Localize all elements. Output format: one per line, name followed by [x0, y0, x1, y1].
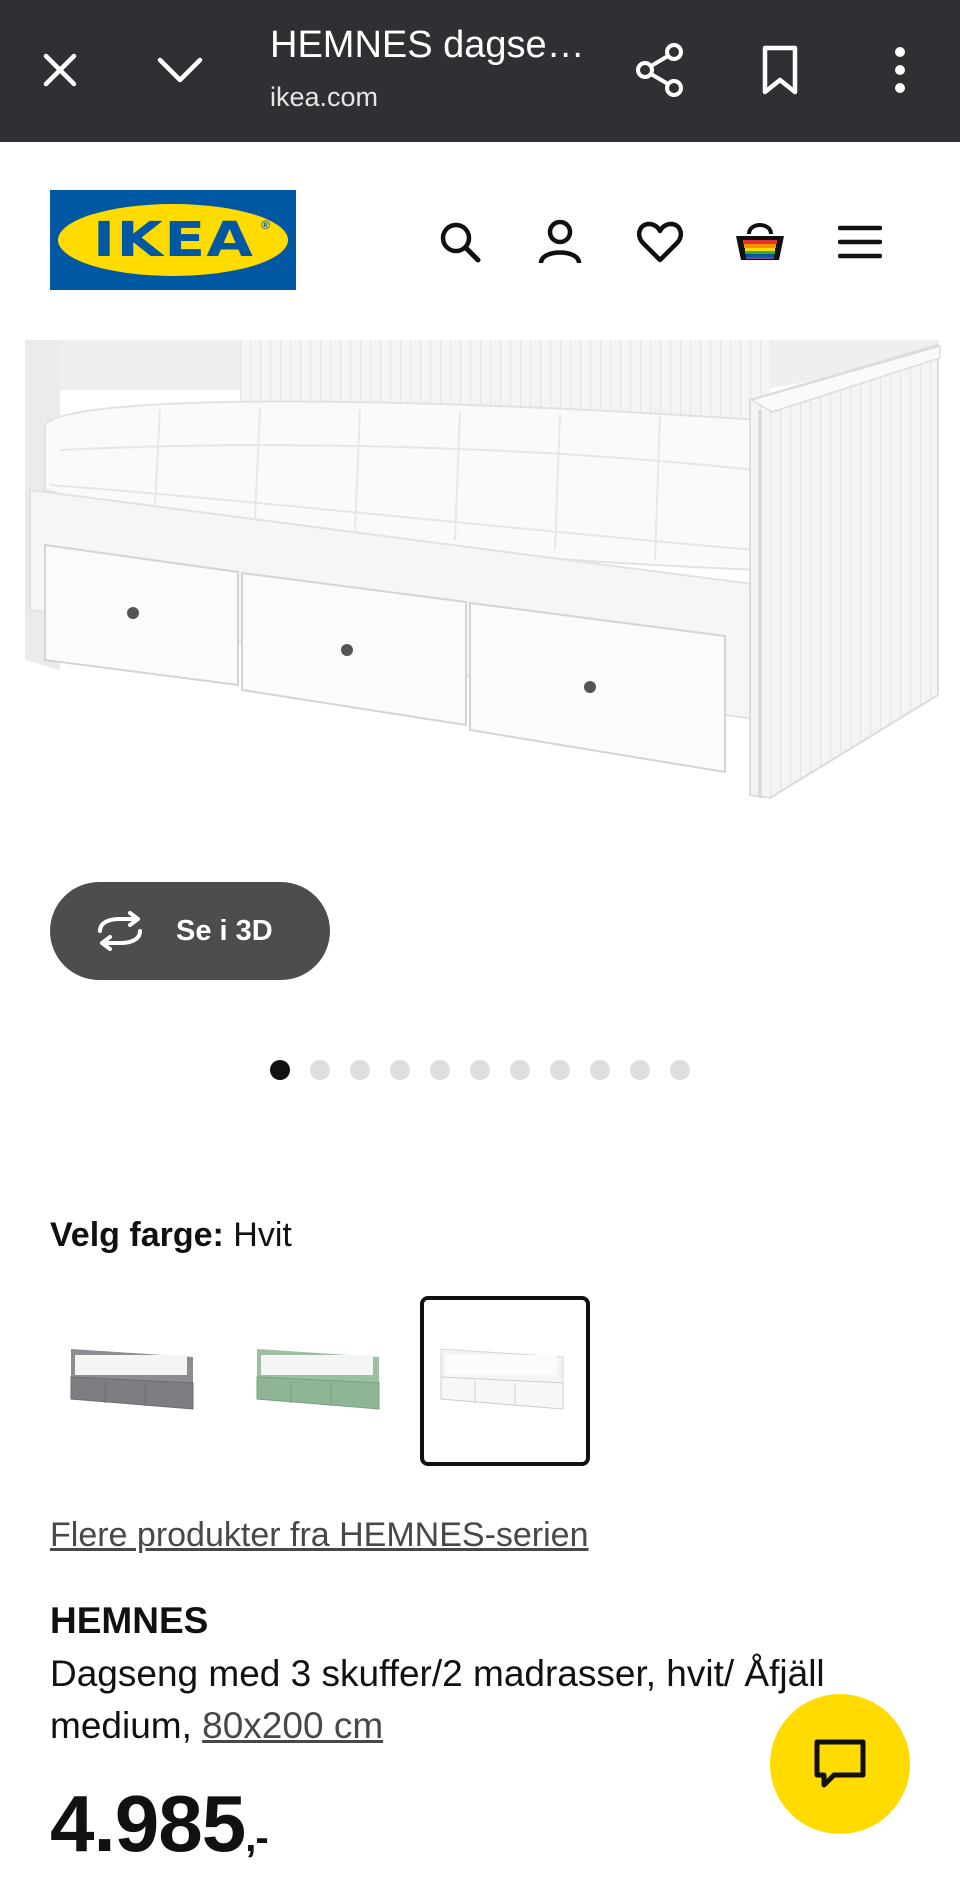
carousel-dot[interactable]: [670, 1060, 690, 1080]
carousel-dot[interactable]: [350, 1060, 370, 1080]
price-suffix: ,-: [245, 1816, 268, 1860]
share-icon[interactable]: [628, 38, 692, 102]
carousel-dot[interactable]: [310, 1060, 330, 1080]
rotate-3d-icon: [98, 911, 142, 951]
cart-icon[interactable]: [730, 212, 790, 272]
logo-registered-mark: ®: [261, 218, 270, 232]
color-selection-label: Velg farge: Hvit: [50, 1216, 292, 1255]
chevron-down-icon[interactable]: [148, 38, 212, 102]
page-url[interactable]: ikea.com: [270, 82, 378, 113]
ikea-logo[interactable]: IKEA ®: [50, 190, 296, 290]
carousel-dot[interactable]: [470, 1060, 490, 1080]
carousel-dot[interactable]: [630, 1060, 650, 1080]
color-swatch-white[interactable]: [420, 1296, 590, 1466]
color-swatch-green[interactable]: [236, 1296, 406, 1466]
product-name: HEMNES: [50, 1600, 209, 1641]
product-image[interactable]: [0, 340, 960, 820]
logo-text: IKEA: [92, 212, 254, 268]
carousel-dot[interactable]: [390, 1060, 410, 1080]
color-label-prefix: Velg farge:: [50, 1216, 224, 1254]
carousel-dot[interactable]: [590, 1060, 610, 1080]
view-3d-label: Se i 3D: [176, 914, 273, 947]
chat-button[interactable]: [770, 1694, 910, 1834]
carousel-dot[interactable]: [550, 1060, 570, 1080]
more-vertical-icon[interactable]: [868, 38, 932, 102]
color-swatch-grey[interactable]: [50, 1296, 220, 1466]
carousel-dot[interactable]: [270, 1060, 290, 1080]
selected-color-value: Hvit: [233, 1216, 292, 1254]
color-swatches: [50, 1296, 650, 1470]
site-header: IKEA ®: [0, 142, 960, 342]
heart-icon[interactable]: [630, 212, 690, 272]
product-description: Dagseng med 3 skuffer/2 madrasser, hvit/…: [50, 1648, 870, 1752]
logo-oval: IKEA ®: [58, 204, 288, 276]
user-icon[interactable]: [530, 212, 590, 272]
price-value: 4.985: [50, 1779, 246, 1868]
view-3d-button[interactable]: Se i 3D: [50, 882, 330, 980]
product-size-link[interactable]: 80x200 cm: [202, 1705, 383, 1746]
close-icon[interactable]: [28, 38, 92, 102]
bookmark-icon[interactable]: [748, 38, 812, 102]
search-icon[interactable]: [430, 212, 490, 272]
carousel-dots: [270, 1060, 690, 1080]
page-title[interactable]: HEMNES dagse…: [270, 24, 585, 67]
chat-icon: [814, 1739, 866, 1788]
browser-toolbar: HEMNES dagse… ikea.com: [0, 0, 960, 142]
series-link[interactable]: Flere produkter fra HEMNES-serien: [50, 1516, 589, 1555]
menu-icon[interactable]: [830, 212, 890, 272]
carousel-dot[interactable]: [430, 1060, 450, 1080]
product-price: 4.985,-: [50, 1778, 269, 1870]
carousel-dot[interactable]: [510, 1060, 530, 1080]
product-description-text: Dagseng med 3 skuffer/2 madrasser, hvit/…: [50, 1653, 825, 1746]
